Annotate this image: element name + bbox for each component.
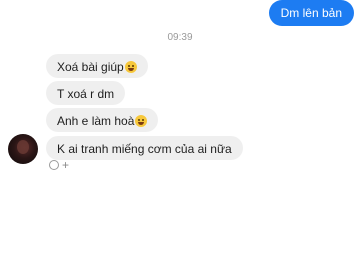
incoming-message-bubble[interactable]: T xoá r dm (46, 81, 126, 105)
incoming-message-bubble[interactable]: Xoá bài giúp (46, 54, 148, 78)
reaction-row[interactable]: + (49, 159, 69, 171)
message-text: T xoá r dm (57, 87, 115, 101)
grinning-sweat-emoji-icon (124, 61, 137, 73)
smiley-icon[interactable] (49, 160, 59, 170)
laughing-emoji-icon (135, 115, 148, 127)
message-text: Anh e làm hoà (57, 114, 135, 128)
message-text: Dm lên bản (280, 6, 342, 20)
add-reaction-icon[interactable]: + (62, 159, 69, 171)
incoming-message-bubble[interactable]: K ai tranh miếng cơm của ai nữa (46, 136, 243, 160)
message-text: K ai tranh miếng cơm của ai nữa (57, 142, 232, 156)
message-text: Xoá bài giúp (57, 60, 124, 74)
message-timestamp: 09:39 (167, 32, 193, 43)
sender-avatar[interactable] (8, 134, 38, 164)
incoming-message-bubble[interactable]: Anh e làm hoà (46, 108, 159, 132)
avatar-image (17, 140, 29, 154)
outgoing-message-bubble[interactable]: Dm lên bản (268, 0, 354, 26)
